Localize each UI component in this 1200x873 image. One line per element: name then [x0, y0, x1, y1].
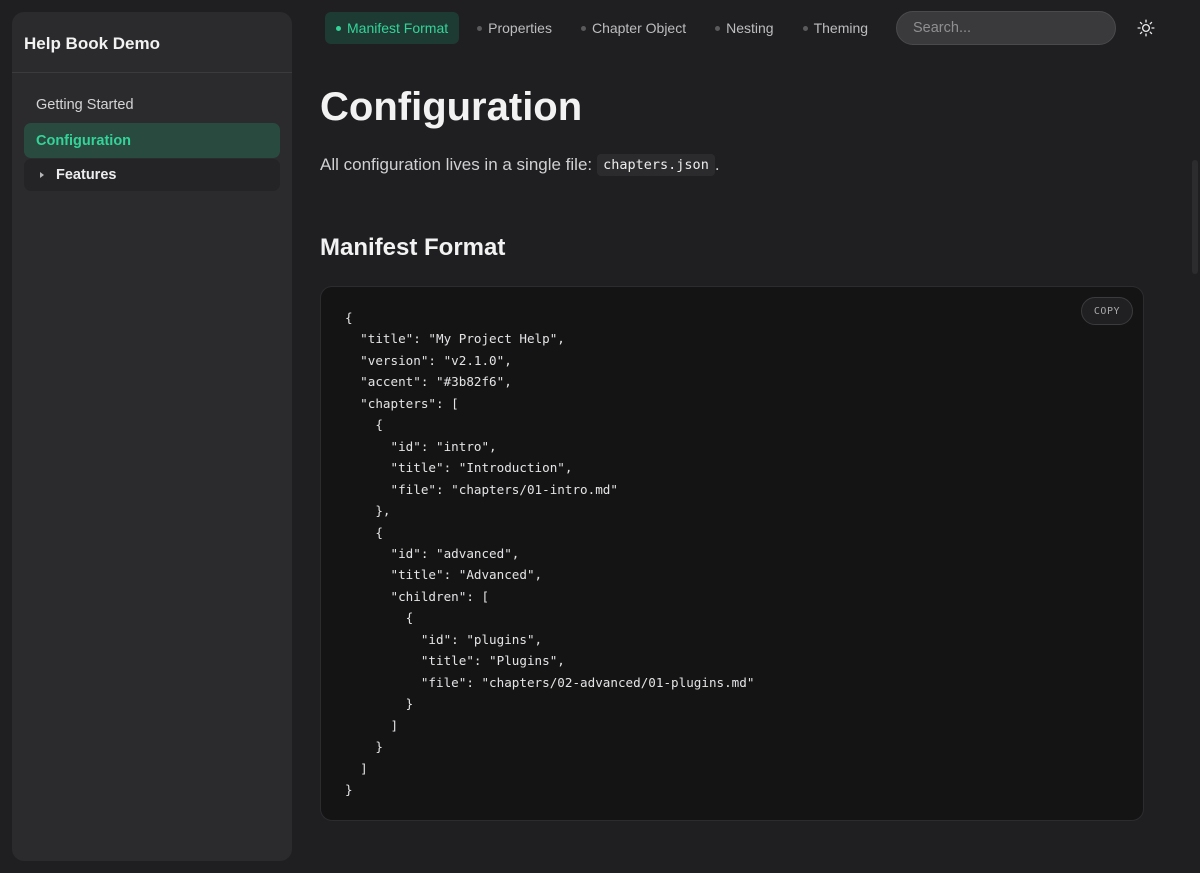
tab-label: Manifest Format [347, 20, 449, 36]
dot-icon [336, 25, 341, 31]
sidebar-item-features[interactable]: Features [24, 159, 280, 191]
tab-properties[interactable]: Properties [466, 12, 563, 44]
dot-icon [802, 25, 808, 31]
dot-icon [580, 25, 586, 31]
app-title: Help Book Demo [12, 12, 292, 73]
intro-end: . [714, 155, 720, 174]
code-block: COPY { "title": "My Project Help", "vers… [320, 286, 1144, 821]
sidebar-item-label: Features [56, 167, 117, 183]
tab-nesting[interactable]: Nesting [704, 12, 784, 44]
section-title: Manifest Format [320, 234, 506, 261]
tab-label: Properties [488, 20, 552, 36]
page-title: Configuration [320, 85, 583, 129]
tab-theming[interactable]: Theming [792, 12, 879, 44]
sun-icon [1137, 19, 1155, 37]
intro-paragraph: All configuration lives in a single file… [320, 154, 1144, 176]
section-tabs: Manifest Format Properties Chapter Objec… [325, 11, 886, 45]
sidebar-item-configuration[interactable]: Configuration [24, 123, 280, 158]
search-input[interactable] [896, 11, 1116, 45]
main-content: Configuration All configuration lives in… [320, 80, 1144, 821]
inline-code-filename: chapters.json [597, 154, 715, 176]
dot-icon [477, 25, 483, 31]
theme-toggle-button[interactable] [1134, 16, 1158, 40]
intro-text: All configuration lives in a single file… [320, 155, 593, 174]
tab-label: Chapter Object [591, 20, 687, 36]
code-content: { "title": "My Project Help", "version":… [345, 310, 755, 797]
copy-button[interactable]: COPY [1080, 297, 1133, 325]
sidebar-item-getting-started[interactable]: Getting Started [24, 87, 280, 122]
sidebar-nav: Getting Started Configuration Features [12, 73, 292, 191]
sidebar: Help Book Demo Getting Started Configura… [12, 12, 292, 861]
tab-label: Nesting [726, 20, 774, 36]
dot-icon [715, 25, 721, 31]
scrollbar-thumb[interactable] [1192, 160, 1198, 274]
tab-label: Theming [813, 20, 869, 36]
tab-manifest-format[interactable]: Manifest Format [325, 12, 460, 44]
tab-chapter-object[interactable]: Chapter Object [570, 12, 697, 44]
caret-right-icon [40, 172, 44, 178]
